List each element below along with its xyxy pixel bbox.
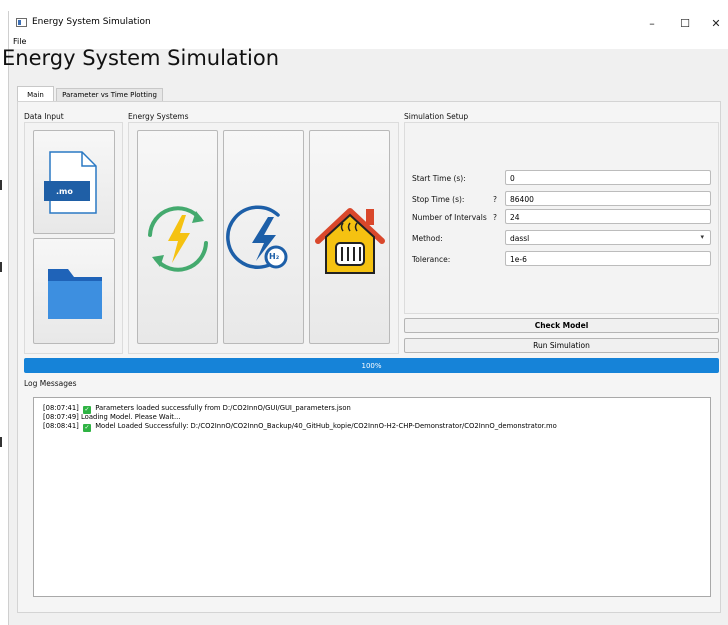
- log-line: [08:07:49] Loading Model. Please Wait...: [43, 413, 180, 421]
- hydrogen-energy-icon: [226, 205, 288, 269]
- stop-time-help-icon[interactable]: ?: [493, 195, 497, 204]
- open-folder-button[interactable]: [33, 238, 115, 344]
- window-title: Energy System Simulation: [32, 17, 151, 27]
- check-model-button[interactable]: Check Model: [404, 318, 719, 333]
- run-simulation-label: Run Simulation: [533, 341, 590, 350]
- title-bar[interactable]: Energy System Simulation – ☐ ✕: [9, 11, 728, 35]
- load-mo-file-button[interactable]: .mo: [33, 130, 115, 234]
- log-messages-label: Log Messages: [24, 379, 77, 388]
- house-heating-icon: [315, 208, 385, 274]
- intervals-help-icon[interactable]: ?: [493, 213, 497, 222]
- edge-mark: [0, 437, 2, 447]
- mo-file-badge: .mo: [56, 187, 73, 196]
- house-heating-button[interactable]: [309, 130, 390, 344]
- start-time-input[interactable]: 0: [505, 170, 711, 185]
- progress-label: 100%: [361, 361, 382, 370]
- minimize-button[interactable]: –: [637, 11, 667, 35]
- tolerance-input[interactable]: 1e-6: [505, 251, 711, 266]
- mo-file-icon: [44, 151, 97, 214]
- method-select[interactable]: dassl ▾: [505, 230, 711, 245]
- energy-systems-label: Energy Systems: [128, 112, 189, 121]
- run-simulation-button[interactable]: Run Simulation: [404, 338, 719, 353]
- hydrogen-energy-button[interactable]: H₂: [223, 130, 304, 344]
- app-icon: [16, 18, 27, 27]
- progress-bar: 100%: [24, 358, 719, 373]
- stop-time-input[interactable]: 86400: [505, 191, 711, 206]
- intervals-label: Number of Intervals: [412, 213, 487, 222]
- edge-mark: [0, 262, 2, 272]
- log-text: Loading Model. Please Wait...: [81, 413, 181, 421]
- log-line: [08:08:41] ✓ Model Loaded Successfully: …: [43, 422, 557, 432]
- h2-badge: H₂: [269, 252, 280, 261]
- log-text: Parameters loaded successfully from D:/C…: [95, 404, 351, 412]
- maximize-button[interactable]: ☐: [670, 11, 700, 35]
- method-value: dassl: [510, 234, 530, 243]
- simulation-setup-label: Simulation Setup: [404, 112, 469, 121]
- power-cycle-icon: [148, 206, 208, 272]
- method-label: Method:: [412, 234, 443, 243]
- check-icon: ✓: [83, 424, 92, 432]
- close-button[interactable]: ✕: [701, 11, 728, 35]
- data-input-label: Data Input: [24, 112, 64, 121]
- chevron-down-icon: ▾: [700, 233, 704, 241]
- folder-icon: [48, 269, 102, 319]
- tab-main[interactable]: Main: [17, 86, 54, 102]
- power-cycle-button[interactable]: [137, 130, 218, 344]
- intervals-input[interactable]: 24: [505, 209, 711, 224]
- menu-file[interactable]: File: [13, 37, 26, 46]
- stop-time-label: Stop Time (s):: [412, 195, 465, 204]
- log-time: [08:08:41]: [43, 422, 79, 430]
- tab-parameter-vs-time-plotting[interactable]: Parameter vs Time Plotting: [56, 88, 163, 102]
- check-model-label: Check Model: [534, 321, 589, 330]
- log-output[interactable]: [08:07:41] ✓ Parameters loaded successfu…: [33, 397, 711, 597]
- log-time: [08:07:49]: [43, 413, 79, 421]
- edge-mark: [0, 180, 2, 190]
- app-heading: Energy System Simulation: [2, 46, 280, 70]
- log-time: [08:07:41]: [43, 404, 79, 412]
- tolerance-label: Tolerance:: [412, 255, 451, 264]
- start-time-label: Start Time (s):: [412, 174, 466, 183]
- log-text: Model Loaded Successfully: D:/CO2InnO/CO…: [95, 422, 557, 430]
